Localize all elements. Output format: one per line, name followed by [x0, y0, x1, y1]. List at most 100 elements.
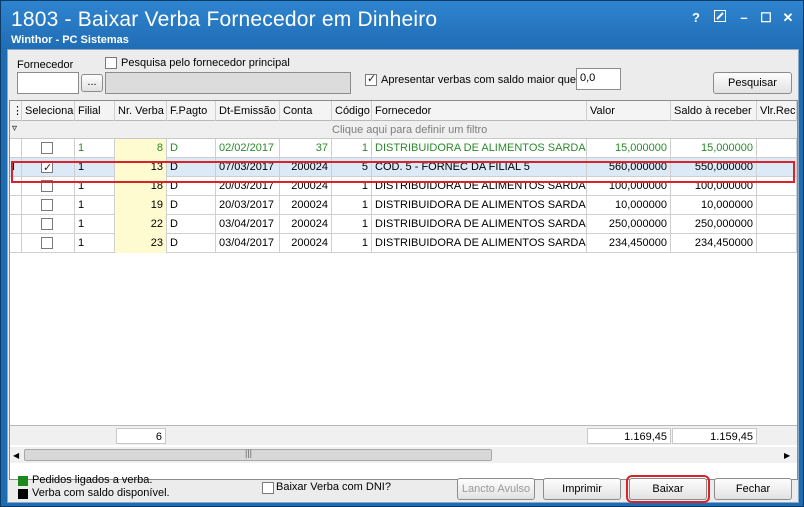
row-indicator: [10, 196, 22, 215]
scroll-right-icon[interactable]: ▶: [784, 451, 790, 460]
baixar-button[interactable]: Baixar: [626, 475, 710, 503]
row-select-checkbox[interactable]: [41, 237, 53, 249]
cell-filial: 1: [75, 139, 115, 158]
pesquisa-principal-checkbox[interactable]: [105, 57, 117, 69]
cell-codigo: 1: [332, 215, 372, 234]
help-icon[interactable]: ?: [687, 9, 705, 27]
grid-header: ⋮ Selecionar Filial Nr. Verba F.Pagto Dt…: [10, 101, 797, 121]
cell-valor: 100,000000: [587, 177, 671, 196]
cell-valor: 560,000000: [587, 158, 671, 177]
row-indicator: I: [10, 158, 22, 177]
header-fpagto[interactable]: F.Pagto: [167, 101, 216, 121]
imprimir-button[interactable]: Imprimir: [543, 478, 621, 500]
row-select-checkbox[interactable]: [41, 218, 53, 230]
header-codigo[interactable]: Código: [332, 101, 372, 121]
cell-conta: 200024: [280, 158, 332, 177]
table-row[interactable]: 1 8 D 02/02/2017 37 1 DISTRIBUIDORA DE ALIMENT…: [10, 139, 797, 158]
cell-valor: 250,000000: [587, 215, 671, 234]
cell-saldo: 10,000000: [671, 196, 757, 215]
footer-saldo-total: 1.159,45: [672, 428, 757, 444]
cell-chk[interactable]: [22, 177, 75, 196]
cell-chk[interactable]: [22, 158, 75, 177]
scroll-thumb[interactable]: |||: [24, 448, 492, 461]
app-window: 1803 - Baixar Verba Fornecedor em Dinhei…: [0, 0, 804, 507]
cell-conta: 200024: [280, 234, 332, 253]
cell-saldo: 100,000000: [671, 177, 757, 196]
cell-codigo: 1: [332, 234, 372, 253]
cell-dt: 20/03/2017: [216, 177, 280, 196]
row-select-checkbox[interactable]: [41, 142, 53, 154]
baixar-dni-checkbox[interactable]: [262, 482, 274, 494]
maximize-icon[interactable]: ☐: [757, 9, 775, 27]
cell-vlr: [757, 196, 797, 215]
table-row[interactable]: 1 22 D 03/04/2017 200024 1 DISTRIBUIDORA DE AL…: [10, 215, 797, 234]
cell-fornecedor: COD. 5 - FORNEC DA FILIAL 5: [372, 158, 587, 177]
cell-fpagto: D: [167, 139, 216, 158]
cell-fornecedor: DISTRIBUIDORA DE ALIMENTOS SARDAGNA: [372, 177, 587, 196]
horizontal-scrollbar[interactable]: ◀ ||| ▶: [10, 447, 797, 463]
table-row[interactable]: 1 18 D 20/03/2017 200024 1 DISTRIBUIDORA DE AL…: [10, 177, 797, 196]
header-saldo[interactable]: Saldo à receber: [671, 101, 757, 121]
cell-filial: 1: [75, 215, 115, 234]
cell-nr-verba: 8: [115, 139, 167, 158]
browse-fornecedor-button[interactable]: ...: [81, 74, 103, 92]
row-select-checkbox[interactable]: [41, 180, 53, 192]
filter-hint: Clique aqui para definir um filtro: [332, 124, 488, 136]
cell-valor: 234,450000: [587, 234, 671, 253]
pedidos-legend-label: Pedidos ligados a verba.: [32, 474, 153, 486]
cell-codigo: 1: [332, 177, 372, 196]
cell-filial: 1: [75, 196, 115, 215]
cell-vlr: [757, 158, 797, 177]
edit-icon[interactable]: [711, 9, 729, 27]
saldo-legend-label: Verba com saldo disponível.: [32, 487, 170, 499]
scroll-left-icon[interactable]: ◀: [13, 451, 19, 460]
header-fornecedor[interactable]: Fornecedor: [372, 101, 587, 121]
cell-chk[interactable]: [22, 234, 75, 253]
grid-footer: 6 1.169,45 1.159,45: [10, 425, 797, 445]
row-select-checkbox[interactable]: [41, 159, 53, 177]
row-select-checkbox[interactable]: [41, 199, 53, 211]
table-row[interactable]: I 113D07/03/20172000245COD. 5 - FORNEC DA…: [10, 158, 797, 177]
header-dt-emissao[interactable]: Dt-Emissão: [216, 101, 280, 121]
cell-fornecedor: DISTRIBUIDORA DE ALIMENTOS SARDAGNA: [372, 139, 587, 158]
cell-chk[interactable]: [22, 196, 75, 215]
saldo-minimo-input[interactable]: 0,0: [576, 68, 621, 90]
header-valor[interactable]: Valor: [587, 101, 671, 121]
close-icon[interactable]: ✕: [779, 9, 797, 27]
fechar-button[interactable]: Fechar: [714, 478, 792, 500]
cell-filial: 1: [75, 158, 115, 177]
row-indicator: [10, 234, 22, 253]
scroll-grip: |||: [245, 448, 253, 458]
filter-row[interactable]: ▿ Clique aqui para definir um filtro: [10, 121, 797, 139]
cell-fpagto: D: [167, 158, 216, 177]
header-conta[interactable]: Conta: [280, 101, 332, 121]
cell-chk[interactable]: [22, 139, 75, 158]
cell-filial: 1: [75, 234, 115, 253]
lancto-avulso-button[interactable]: Lancto Avulso: [457, 478, 535, 500]
cell-nr-verba: 18: [115, 177, 167, 196]
footer-valor-total: 1.169,45: [587, 428, 671, 444]
footer-count: 6: [116, 428, 166, 444]
apresentar-saldo-label: Apresentar verbas com saldo maior que: [381, 74, 577, 86]
cell-chk[interactable]: [22, 215, 75, 234]
window-title: 1803 - Baixar Verba Fornecedor em Dinhei…: [11, 8, 438, 31]
minimize-icon[interactable]: –: [735, 9, 753, 27]
header-selecionar[interactable]: Selecionar: [22, 101, 75, 121]
cell-vlr: [757, 215, 797, 234]
apresentar-saldo-checkbox[interactable]: [365, 72, 377, 86]
header-filial[interactable]: Filial: [75, 101, 115, 121]
verbas-grid: ⋮ Selecionar Filial Nr. Verba F.Pagto Dt…: [9, 100, 798, 480]
cell-dt: 03/04/2017: [216, 215, 280, 234]
fornecedor-label: Fornecedor: [17, 59, 74, 71]
cell-fpagto: D: [167, 215, 216, 234]
table-row[interactable]: 1 19 D 20/03/2017 200024 1 DISTRIBUIDORA DE AL…: [10, 196, 797, 215]
fornecedor-input[interactable]: [17, 72, 79, 94]
table-row[interactable]: 1 23 D 03/04/2017 200024 1 DISTRIBUIDORA DE AL…: [10, 234, 797, 253]
cell-dt: 07/03/2017: [216, 158, 280, 177]
column-chooser-icon[interactable]: ⋮: [10, 101, 22, 121]
cell-valor: 15,000000: [587, 139, 671, 158]
cell-nr-verba: 23: [115, 234, 167, 253]
pesquisar-button[interactable]: Pesquisar: [713, 72, 792, 94]
header-nr-verba[interactable]: Nr. Verba: [115, 101, 167, 121]
header-vlr-rece[interactable]: Vlr.Rece: [757, 101, 797, 121]
